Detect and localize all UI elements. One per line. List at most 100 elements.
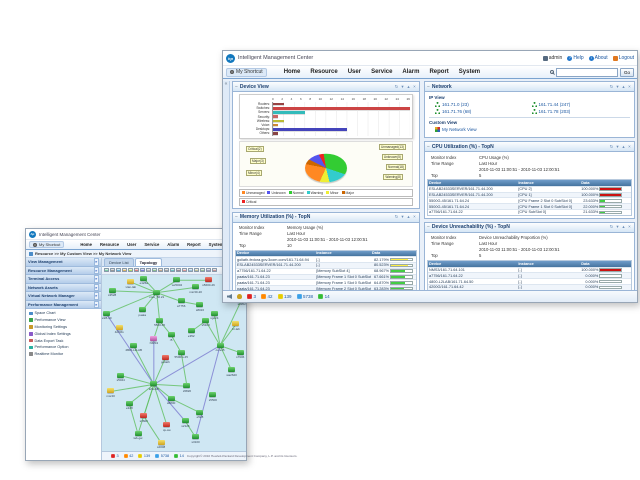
- device-cell[interactable]: ESLAB24533SERVER/161.71.44.200: [428, 187, 517, 191]
- topology-node[interactable]: 5500-45: [156, 318, 163, 323]
- sidebar-item-space-chart[interactable]: Space Chart: [26, 310, 101, 317]
- topology-node[interactable]: e328: [126, 401, 133, 406]
- table-row[interactable]: a7756/161.71.64.22[-]0.000%: [428, 272, 631, 278]
- alarm-count-major[interactable]: 42: [261, 294, 273, 299]
- topology-node[interactable]: lab-gw: [135, 431, 142, 436]
- export-icon[interactable]: [194, 268, 199, 273]
- topology-node[interactable]: s5600-26: [205, 277, 212, 282]
- close-icon[interactable]: ×: [627, 224, 632, 230]
- alarm-count-major[interactable]: 42: [124, 454, 134, 458]
- alarm-count-critical[interactable]: 3: [111, 454, 119, 458]
- collapse-strip[interactable]: «: [223, 81, 230, 290]
- menu-resource[interactable]: Resource: [96, 242, 123, 247]
- sidebar-item-performance-view[interactable]: Performance View: [26, 317, 101, 324]
- ip-view-link[interactable]: 161.71.0 (23): [435, 102, 528, 107]
- topology-node[interactable]: goliath: [162, 355, 169, 360]
- topology-node[interactable]: a7756: [178, 298, 185, 303]
- table-row[interactable]: 5500G-45/161.71.64.24[CPU Frame 1 Slot 0…: [428, 203, 631, 209]
- menu-report[interactable]: Report: [183, 242, 205, 247]
- settings-icon[interactable]: ▾: [615, 224, 620, 230]
- topology-node[interactable]: wa2620: [228, 367, 235, 372]
- topology-node[interactable]: s3600: [140, 413, 147, 418]
- expand-arrow-icon[interactable]: »: [94, 275, 100, 283]
- alarm-count-warning[interactable]: 5738: [297, 294, 314, 299]
- table-row[interactable]: 5500G-45/161.71.64.24[CPU Frame 2 Slot 0…: [428, 197, 631, 203]
- topology-node[interactable]: s5820: [183, 383, 190, 388]
- topology-node[interactable]: s7906: [237, 350, 244, 355]
- sidebar-section-terminal-access[interactable]: Terminal Access»: [26, 275, 101, 284]
- sidebar-section-virtual-network-manager[interactable]: Virtual Network Manager»: [26, 292, 101, 301]
- menu-home[interactable]: Home: [279, 69, 306, 75]
- expand-arrow-icon[interactable]: »: [94, 284, 100, 292]
- menu-service[interactable]: Service: [366, 69, 397, 75]
- menu-resource[interactable]: Resource: [305, 69, 342, 75]
- expand-arrow-icon[interactable]: »: [94, 301, 100, 309]
- device-cell[interactable]: ESLAB24533SERVER/161.71.44.200: [428, 193, 517, 197]
- grid-icon[interactable]: [200, 268, 205, 273]
- settings-icon[interactable]: ▾: [615, 84, 620, 90]
- topology-node[interactable]: wx5004: [173, 277, 180, 282]
- topology-node[interactable]: s2126: [182, 418, 189, 423]
- tab-device-list[interactable]: Device List: [104, 258, 134, 266]
- sidebar-section-view-management[interactable]: View Management»: [26, 258, 101, 267]
- device-cell[interactable]: NMS3/161.71.64.101: [428, 268, 517, 272]
- ip-view-link[interactable]: 161.71.78 (203): [532, 109, 625, 114]
- topology-node[interactable]: e126a: [140, 276, 147, 281]
- menu-system[interactable]: System: [454, 69, 485, 75]
- device-cell[interactable]: a7756/161.71.64.22: [236, 269, 315, 273]
- settings-icon[interactable]: ▾: [400, 84, 405, 90]
- pan-icon[interactable]: [110, 268, 115, 273]
- overview-icon[interactable]: [152, 268, 157, 273]
- topology-node[interactable]: core_56.21: [153, 290, 160, 295]
- ip-view-link[interactable]: 161.71.44 (247): [532, 102, 625, 107]
- sidebar-section-performance-management[interactable]: Performance Management»: [26, 301, 101, 310]
- device-cell[interactable]: paata/161.71.64.23: [236, 275, 315, 279]
- refresh-icon[interactable]: ↻: [609, 224, 614, 230]
- sidebar-item-performance-option[interactable]: Performance Option: [26, 344, 101, 351]
- topology-node[interactable]: s5024: [117, 373, 124, 378]
- menu-user[interactable]: User: [343, 69, 366, 75]
- help-link[interactable]: ?Help: [567, 55, 583, 61]
- filter-icon[interactable]: [188, 268, 193, 273]
- topology-node[interactable]: s5100: [202, 318, 209, 323]
- menu-service[interactable]: Service: [140, 242, 163, 247]
- select-icon[interactable]: [104, 268, 109, 273]
- legend-icon[interactable]: [212, 268, 217, 273]
- collapse-icon[interactable]: ▴: [621, 84, 626, 90]
- my-shortcut-tab[interactable]: My Shortcut: [226, 68, 267, 77]
- close-icon[interactable]: ×: [412, 214, 417, 220]
- refresh-icon[interactable]: ↻: [609, 84, 614, 90]
- topology-node[interactable]: ESLAB: [150, 381, 157, 386]
- device-cell[interactable]: paata/161.71.64.23: [236, 281, 315, 285]
- link-icon[interactable]: [176, 268, 181, 273]
- search-icon[interactable]: [170, 268, 175, 273]
- topology-node[interactable]: core-B: [217, 343, 224, 348]
- zoom-fit-icon[interactable]: [128, 268, 133, 273]
- sidebar-item-global-index-settings[interactable]: Global Index Settings: [26, 330, 101, 337]
- topology-node[interactable]: e352: [188, 328, 195, 333]
- topology-node[interactable]: paata: [139, 307, 146, 312]
- refresh-icon[interactable]: ↻: [394, 84, 399, 90]
- close-icon[interactable]: ×: [627, 84, 632, 90]
- back-my-shortcut-tab[interactable]: My Shortcut: [29, 241, 64, 248]
- device-cell[interactable]: 4200G/161.71.64.42: [428, 285, 517, 289]
- device-cell[interactable]: 5500G-45/161.71.64.24: [428, 199, 517, 203]
- logout-link[interactable]: Logout: [613, 55, 634, 61]
- sidebar-item-monitoring-settings[interactable]: Monitoring Settings: [26, 324, 101, 331]
- expand-arrow-icon[interactable]: »: [94, 267, 100, 275]
- search-go-button[interactable]: Go: [620, 68, 634, 77]
- menu-report[interactable]: Report: [424, 69, 453, 75]
- zoom-in-icon[interactable]: [116, 268, 121, 273]
- alarm-count-info[interactable]: 14: [318, 294, 330, 299]
- alarm-bell-icon[interactable]: [237, 294, 242, 299]
- device-cell[interactable]: ESLAB24533SERVER/161.71.44.200: [236, 263, 315, 267]
- label-icon[interactable]: [206, 268, 211, 273]
- topology-node[interactable]: ar28-40: [103, 311, 110, 316]
- device-cell[interactable]: 4800-L2LAB/161.71.64.50: [428, 280, 517, 284]
- refresh-icon[interactable]: ↻: [394, 214, 399, 220]
- table-row[interactable]: ESLAB24533SERVER/161.71.44.200[-]80.523%: [236, 262, 416, 268]
- tab-topology[interactable]: Topology: [135, 258, 163, 266]
- expand-icon[interactable]: [164, 268, 169, 273]
- refresh-icon[interactable]: ↻: [609, 144, 614, 150]
- table-row[interactable]: goliath-fedora.gov.3com.com/161.71.64.94…: [236, 256, 416, 262]
